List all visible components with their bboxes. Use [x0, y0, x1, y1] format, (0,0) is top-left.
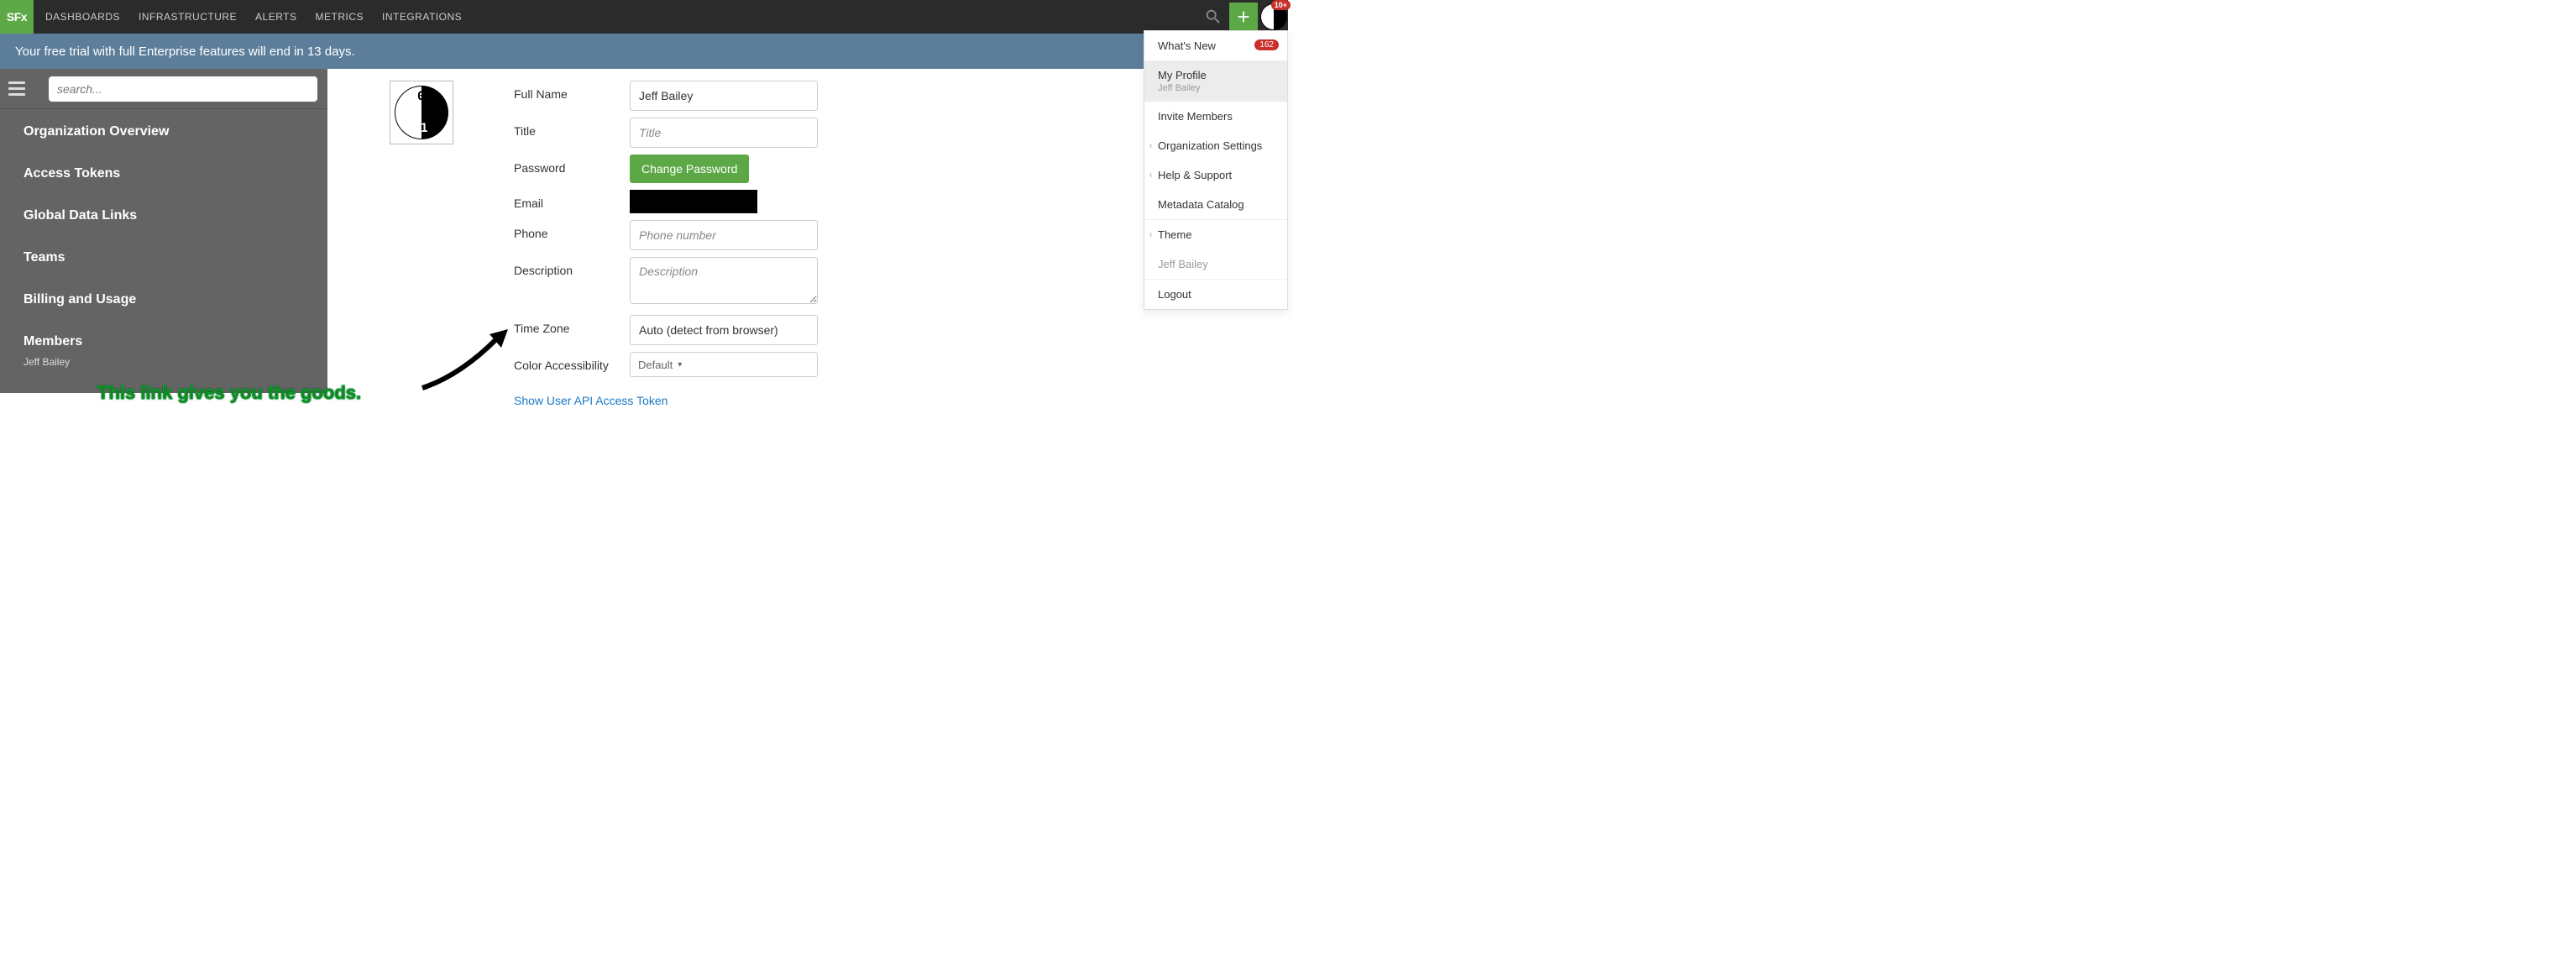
color-accessibility-select[interactable]: Default▾: [630, 352, 818, 377]
sidebar-search-input[interactable]: [49, 76, 317, 102]
create-icon[interactable]: [1229, 3, 1258, 31]
notification-badge: 10+: [1271, 0, 1291, 10]
nav-icons: 10+: [1197, 0, 1288, 34]
search-icon[interactable]: [1199, 3, 1228, 31]
full-name-input[interactable]: [630, 81, 818, 111]
whats-new-badge: 162: [1254, 39, 1279, 50]
phone-input[interactable]: [630, 220, 818, 250]
sidebar-members-user[interactable]: Jeff Bailey: [24, 356, 327, 368]
sidebar: Organization Overview Access Tokens Glob…: [0, 69, 327, 393]
menu-whats-new[interactable]: What's New 162: [1144, 31, 1287, 60]
brand-logo[interactable]: SFx: [0, 0, 34, 34]
menu-my-profile[interactable]: My Profile Jeff Bailey: [1144, 60, 1287, 102]
change-password-button[interactable]: Change Password: [630, 155, 749, 183]
nav-alerts[interactable]: ALERTS: [255, 11, 296, 23]
chevron-left-icon: ‹: [1149, 141, 1152, 150]
nav-dashboards[interactable]: DASHBOARDS: [45, 11, 120, 23]
user-dropdown-menu: What's New 162 My Profile Jeff Bailey In…: [1144, 30, 1288, 310]
label-description: Description: [514, 257, 630, 277]
label-timezone: Time Zone: [514, 315, 630, 335]
label-title: Title: [514, 118, 630, 138]
menu-org-settings[interactable]: ‹ Organization Settings: [1144, 131, 1287, 160]
sidebar-item-teams[interactable]: Teams: [24, 250, 327, 265]
nav-infrastructure[interactable]: INFRASTRUCTURE: [139, 11, 237, 23]
label-password: Password: [514, 155, 630, 175]
menu-footer-user: Jeff Bailey: [1144, 249, 1287, 279]
timezone-select[interactable]: [630, 315, 818, 345]
sidebar-item-tokens[interactable]: Access Tokens: [24, 166, 327, 181]
chevron-left-icon: ‹: [1149, 170, 1152, 180]
menu-logout[interactable]: Logout: [1144, 280, 1287, 309]
menu-help-support[interactable]: ‹ Help & Support: [1144, 160, 1287, 190]
annotation-caption: This link gives you the goods.: [97, 382, 361, 404]
title-input[interactable]: [630, 118, 818, 148]
label-email: Email: [514, 190, 630, 210]
sidebar-item-overview[interactable]: Organization Overview: [24, 124, 327, 139]
description-textarea[interactable]: [630, 257, 818, 304]
menu-invite-members[interactable]: Invite Members: [1144, 102, 1287, 131]
email-redacted: [630, 190, 757, 213]
show-api-token-link[interactable]: Show User API Access Token: [514, 394, 818, 407]
top-nav: SFx DASHBOARDS INFRASTRUCTURE ALERTS MET…: [0, 0, 1288, 34]
menu-theme[interactable]: ‹ Theme: [1144, 220, 1287, 249]
sidebar-item-billing[interactable]: Billing and Usage: [24, 292, 327, 307]
label-phone: Phone: [514, 220, 630, 240]
sidebar-item-members[interactable]: Members: [24, 334, 327, 349]
sidebar-item-datalinks[interactable]: Global Data Links: [24, 208, 327, 223]
sidebar-search[interactable]: [49, 76, 317, 102]
profile-avatar[interactable]: 01: [390, 81, 453, 144]
hamburger-icon[interactable]: [0, 72, 34, 106]
trial-banner: Your free trial with full Enterprise fea…: [0, 34, 1288, 69]
nav-metrics[interactable]: METRICS: [316, 11, 364, 23]
chevron-down-icon: ▾: [678, 360, 682, 369]
chevron-left-icon: ‹: [1149, 230, 1152, 239]
label-color: Color Accessibility: [514, 352, 630, 372]
label-full-name: Full Name: [514, 81, 630, 101]
nav-links: DASHBOARDS INFRASTRUCTURE ALERTS METRICS…: [34, 11, 462, 23]
profile-form: Full Name Title Password Change Password…: [514, 81, 818, 407]
sidebar-menu: Organization Overview Access Tokens Glob…: [0, 109, 327, 368]
user-avatar-icon[interactable]: 10+: [1259, 3, 1288, 31]
nav-integrations[interactable]: INTEGRATIONS: [382, 11, 462, 23]
annotation-arrow: [414, 329, 515, 401]
menu-metadata-catalog[interactable]: Metadata Catalog: [1144, 190, 1287, 219]
menu-my-profile-sub: Jeff Bailey: [1158, 83, 1274, 93]
